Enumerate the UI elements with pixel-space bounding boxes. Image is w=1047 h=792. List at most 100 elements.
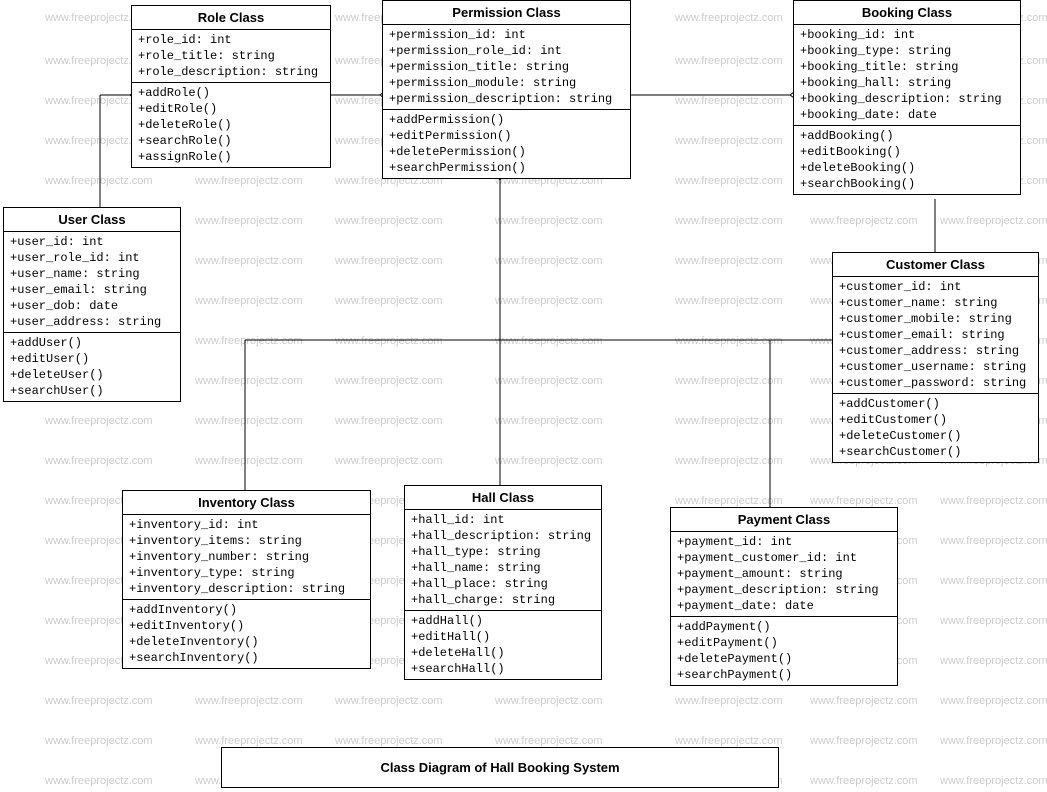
class-title: Role Class bbox=[132, 6, 330, 30]
methods: +addCustomer()+editCustomer()+deleteCust… bbox=[833, 394, 1038, 462]
class-line: +deleteHall() bbox=[411, 645, 595, 661]
class-line: +payment_customer_id: int bbox=[677, 550, 891, 566]
inventory-class: Inventory Class +inventory_id: int+inven… bbox=[122, 490, 371, 669]
class-line: +user_email: string bbox=[10, 282, 174, 298]
watermark: www.freeprojectz.com bbox=[940, 575, 1047, 587]
class-line: +hall_charge: string bbox=[411, 592, 595, 608]
attrs: +permission_id: int+permission_role_id: … bbox=[383, 25, 630, 110]
watermark: www.freeprojectz.com bbox=[675, 335, 783, 347]
class-title: Customer Class bbox=[833, 253, 1038, 277]
class-line: +editHall() bbox=[411, 629, 595, 645]
watermark: www.freeprojectz.com bbox=[45, 735, 153, 747]
attrs: +hall_id: int+hall_description: string+h… bbox=[405, 510, 601, 611]
class-line: +deleteUser() bbox=[10, 367, 174, 383]
class-line: +addCustomer() bbox=[839, 396, 1032, 412]
watermark: www.freeprojectz.com bbox=[495, 735, 603, 747]
user-class: User Class +user_id: int+user_role_id: i… bbox=[3, 207, 181, 402]
watermark: www.freeprojectz.com bbox=[45, 175, 153, 187]
watermark: www.freeprojectz.com bbox=[195, 175, 303, 187]
methods: +addPermission()+editPermission()+delete… bbox=[383, 110, 630, 178]
class-line: +payment_id: int bbox=[677, 534, 891, 550]
class-line: +inventory_id: int bbox=[129, 517, 364, 533]
class-line: +searchInventory() bbox=[129, 650, 364, 666]
methods: +addInventory()+editInventory()+deleteIn… bbox=[123, 600, 370, 668]
class-line: +inventory_number: string bbox=[129, 549, 364, 565]
watermark: www.freeprojectz.com bbox=[45, 415, 153, 427]
class-title: Payment Class bbox=[671, 508, 897, 532]
class-line: +booking_hall: string bbox=[800, 75, 1014, 91]
class-line: +booking_id: int bbox=[800, 27, 1014, 43]
class-line: +user_address: string bbox=[10, 314, 174, 330]
watermark: www.freeprojectz.com bbox=[675, 375, 783, 387]
class-line: +customer_mobile: string bbox=[839, 311, 1032, 327]
attrs: +booking_id: int+booking_type: string+bo… bbox=[794, 25, 1020, 126]
watermark: www.freeprojectz.com bbox=[810, 215, 918, 227]
methods: +addPayment()+editPayment()+deletePaymen… bbox=[671, 617, 897, 685]
class-line: +deletePermission() bbox=[389, 144, 624, 160]
watermark: www.freeprojectz.com bbox=[195, 455, 303, 467]
attrs: +customer_id: int+customer_name: string+… bbox=[833, 277, 1038, 394]
class-line: +user_id: int bbox=[10, 234, 174, 250]
attrs: +user_id: int+user_role_id: int+user_nam… bbox=[4, 232, 180, 333]
attrs: +role_id: int+role_title: string+role_de… bbox=[132, 30, 330, 83]
class-line: +hall_id: int bbox=[411, 512, 595, 528]
watermark: www.freeprojectz.com bbox=[195, 735, 303, 747]
watermark: www.freeprojectz.com bbox=[495, 295, 603, 307]
class-line: +payment_description: string bbox=[677, 582, 891, 598]
class-line: +booking_description: string bbox=[800, 91, 1014, 107]
class-line: +hall_type: string bbox=[411, 544, 595, 560]
class-title: Booking Class bbox=[794, 1, 1020, 25]
diagram-title: Class Diagram of Hall Booking System bbox=[221, 747, 779, 788]
class-line: +deleteRole() bbox=[138, 117, 324, 133]
class-line: +booking_title: string bbox=[800, 59, 1014, 75]
class-line: +addInventory() bbox=[129, 602, 364, 618]
watermark: www.freeprojectz.com bbox=[940, 215, 1047, 227]
watermark: www.freeprojectz.com bbox=[45, 775, 153, 787]
watermark: www.freeprojectz.com bbox=[940, 615, 1047, 627]
watermark: www.freeprojectz.com bbox=[495, 215, 603, 227]
class-line: +editPermission() bbox=[389, 128, 624, 144]
class-line: +editUser() bbox=[10, 351, 174, 367]
payment-class: Payment Class +payment_id: int+payment_c… bbox=[670, 507, 898, 686]
class-line: +booking_type: string bbox=[800, 43, 1014, 59]
class-line: +inventory_description: string bbox=[129, 581, 364, 597]
customer-class: Customer Class +customer_id: int+custome… bbox=[832, 252, 1039, 463]
watermark: www.freeprojectz.com bbox=[195, 215, 303, 227]
class-line: +addRole() bbox=[138, 85, 324, 101]
class-line: +deletePayment() bbox=[677, 651, 891, 667]
attrs: +payment_id: int+payment_customer_id: in… bbox=[671, 532, 897, 617]
class-line: +customer_username: string bbox=[839, 359, 1032, 375]
class-line: +customer_name: string bbox=[839, 295, 1032, 311]
class-line: +editPayment() bbox=[677, 635, 891, 651]
booking-class: Booking Class +booking_id: int+booking_t… bbox=[793, 0, 1021, 195]
class-line: +user_dob: date bbox=[10, 298, 174, 314]
watermark: www.freeprojectz.com bbox=[335, 375, 443, 387]
watermark: www.freeprojectz.com bbox=[940, 775, 1047, 787]
methods: +addHall()+editHall()+deleteHall()+searc… bbox=[405, 611, 601, 679]
watermark: www.freeprojectz.com bbox=[335, 735, 443, 747]
watermark: www.freeprojectz.com bbox=[335, 295, 443, 307]
hall-class: Hall Class +hall_id: int+hall_descriptio… bbox=[404, 485, 602, 680]
class-line: +searchCustomer() bbox=[839, 444, 1032, 460]
watermark: www.freeprojectz.com bbox=[45, 695, 153, 707]
watermark: www.freeprojectz.com bbox=[940, 735, 1047, 747]
class-line: +addBooking() bbox=[800, 128, 1014, 144]
watermark: www.freeprojectz.com bbox=[675, 255, 783, 267]
watermark: www.freeprojectz.com bbox=[495, 415, 603, 427]
class-line: +hall_place: string bbox=[411, 576, 595, 592]
class-line: +payment_date: date bbox=[677, 598, 891, 614]
methods: +addBooking()+editBooking()+deleteBookin… bbox=[794, 126, 1020, 194]
class-line: +inventory_items: string bbox=[129, 533, 364, 549]
class-line: +editRole() bbox=[138, 101, 324, 117]
methods: +addRole()+editRole()+deleteRole()+searc… bbox=[132, 83, 330, 167]
class-line: +role_description: string bbox=[138, 64, 324, 80]
class-line: +permission_title: string bbox=[389, 59, 624, 75]
watermark: www.freeprojectz.com bbox=[195, 695, 303, 707]
class-line: +deleteInventory() bbox=[129, 634, 364, 650]
watermark: www.freeprojectz.com bbox=[495, 335, 603, 347]
watermark: www.freeprojectz.com bbox=[810, 775, 918, 787]
class-line: +permission_role_id: int bbox=[389, 43, 624, 59]
watermark: www.freeprojectz.com bbox=[495, 255, 603, 267]
watermark: www.freeprojectz.com bbox=[195, 335, 303, 347]
watermark: www.freeprojectz.com bbox=[675, 135, 783, 147]
